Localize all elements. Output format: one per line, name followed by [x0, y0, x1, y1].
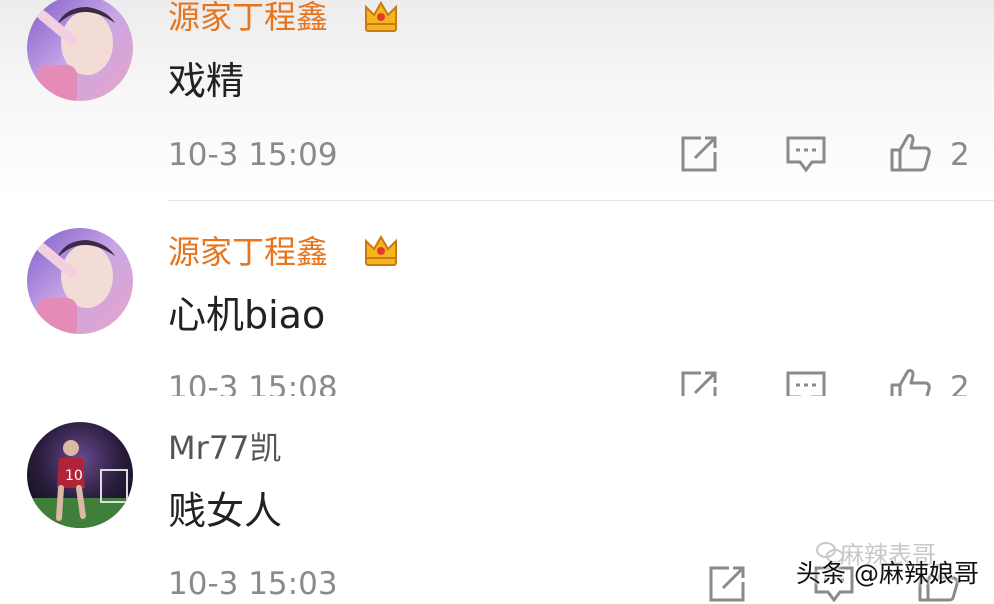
- username[interactable]: 源家丁程鑫: [168, 0, 328, 37]
- svg-text:10: 10: [65, 468, 83, 484]
- comment-text: 贱女人: [168, 489, 283, 533]
- like-count: 2: [950, 370, 970, 396]
- timestamp: 10-3 15:08: [168, 370, 338, 396]
- username[interactable]: 源家丁程鑫: [168, 232, 328, 272]
- avatar[interactable]: 10: [27, 422, 133, 528]
- watermark: 头条 @麻辣娘哥: [796, 559, 979, 588]
- thumbs-up-icon[interactable]: [888, 365, 932, 396]
- share-icon[interactable]: [677, 367, 721, 396]
- comment-icon[interactable]: [784, 367, 828, 396]
- timestamp: 10-3 15:03: [168, 566, 338, 602]
- crown-icon: [362, 231, 400, 269]
- avatar[interactable]: [27, 228, 133, 334]
- comment-item: 源家丁程鑫 戏精 10-3 15:09 2: [0, 0, 994, 200]
- share-icon[interactable]: [705, 562, 749, 604]
- comment-text: 心机biao: [168, 293, 326, 337]
- thumbs-up-icon[interactable]: [888, 130, 932, 174]
- avatar[interactable]: [27, 0, 133, 101]
- comment-text: 戏精: [168, 59, 245, 103]
- like-count: 2: [950, 137, 970, 173]
- crown-icon: [362, 0, 400, 35]
- username[interactable]: Mr77凯: [168, 428, 282, 468]
- timestamp: 10-3 15:09: [168, 137, 338, 173]
- comment-icon[interactable]: [784, 132, 828, 176]
- share-icon[interactable]: [677, 132, 721, 176]
- comment-item: 源家丁程鑫 心机biao 10-3 15:08 2: [0, 201, 994, 396]
